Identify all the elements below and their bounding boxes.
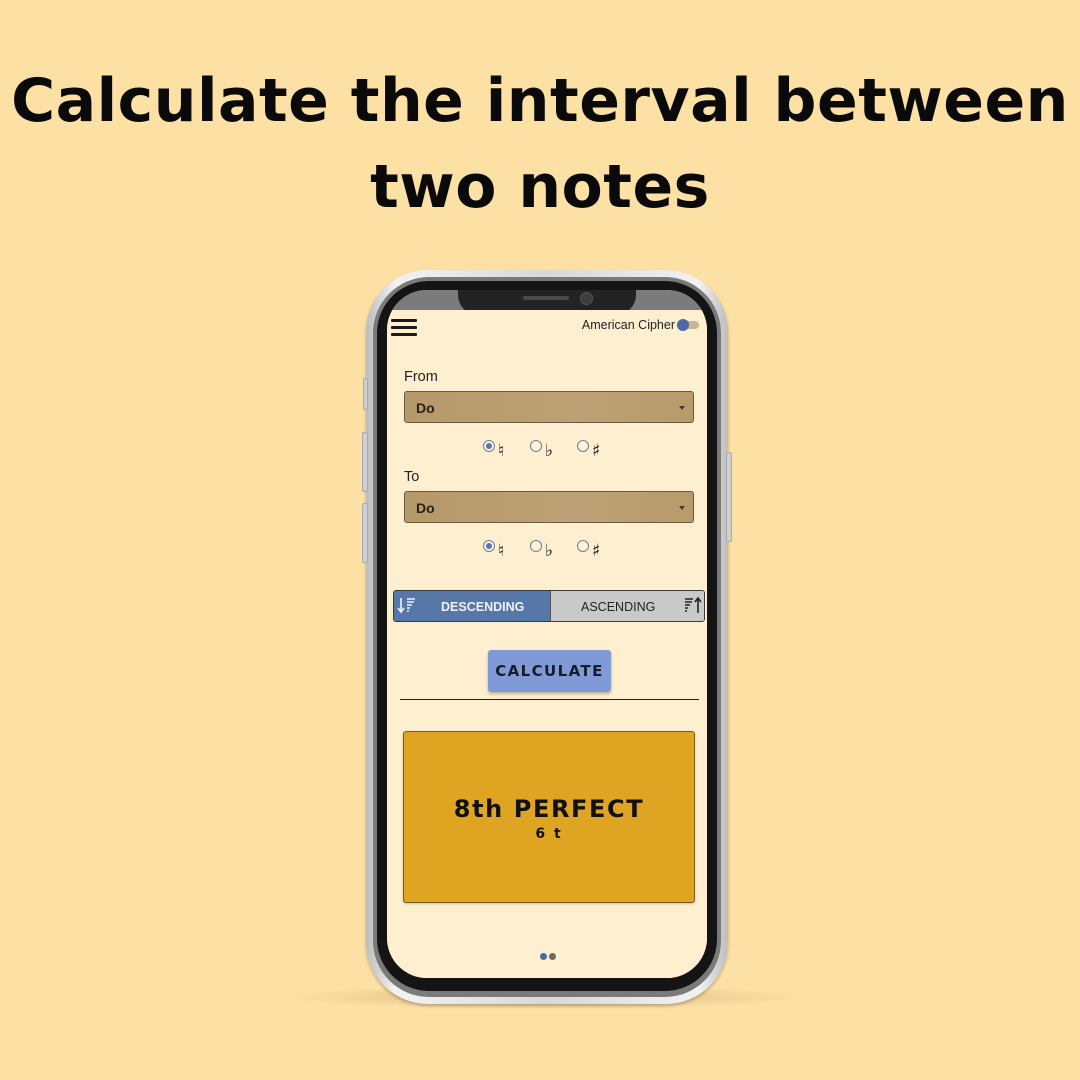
dropdown-caret-icon [679,406,685,410]
from-note-value: Do [416,400,435,416]
volume-down-button [362,503,368,563]
descending-button[interactable]: DESCENDING [394,591,550,621]
from-flat-radio[interactable]: ♭ [530,438,566,464]
calculate-button[interactable]: CALCULATE [488,650,611,692]
sort-descending-icon [397,598,415,614]
radio-button[interactable] [577,540,589,552]
to-label: To [404,469,420,485]
result-tones: 6 t [535,826,563,842]
headline: Calculate the interval between two notes [0,58,1080,230]
power-button [726,452,732,542]
front-camera-icon [580,292,593,305]
to-accidental-group: ♮ ♭ ♯ [483,538,623,564]
radio-button[interactable] [530,440,542,452]
to-sharp-radio[interactable]: ♯ [577,538,613,564]
to-natural-radio[interactable]: ♮ [483,538,519,564]
flat-icon: ♭ [545,541,554,561]
dropdown-caret-icon [679,506,685,510]
radio-button[interactable] [577,440,589,452]
natural-icon: ♮ [498,441,505,461]
page-indicator [540,953,560,961]
page-dot[interactable] [549,953,556,960]
from-sharp-radio[interactable]: ♯ [577,438,613,464]
headline-line-2: two notes [370,152,710,222]
app-surface: American Cipher From Do ♮ ♭ ♯ To Do ♮ ♭ … [387,310,707,978]
radio-button-checked[interactable] [483,440,495,452]
to-flat-radio[interactable]: ♭ [530,538,566,564]
result-interval: 8th PERFECT [453,795,645,823]
ascending-button[interactable]: ASCENDING [550,591,704,621]
toggle-thumb [677,319,689,331]
page-dot-active[interactable] [540,953,547,960]
result-card: 8th PERFECT 6 t [403,731,695,903]
speaker-grille [523,296,569,300]
from-accidental-group: ♮ ♭ ♯ [483,438,623,464]
sharp-icon: ♯ [592,441,601,461]
descending-label: DESCENDING [441,600,525,614]
hamburger-menu-icon[interactable] [391,317,417,337]
radio-button[interactable] [530,540,542,552]
from-natural-radio[interactable]: ♮ [483,438,519,464]
volume-up-button [362,432,368,492]
american-cipher-label: American Cipher [581,318,675,332]
headline-line-1: Calculate the interval between [11,66,1069,136]
from-note-select[interactable]: Do [404,391,694,423]
divider [400,699,699,700]
ascending-label: ASCENDING [581,600,656,614]
radio-button-checked[interactable] [483,540,495,552]
sharp-icon: ♯ [592,541,601,561]
phone-screen: American Cipher From Do ♮ ♭ ♯ To Do ♮ ♭ … [387,290,707,978]
sort-ascending-icon [685,596,702,613]
direction-toggle: DESCENDING ASCENDING [393,590,705,622]
natural-icon: ♮ [498,541,505,561]
flat-icon: ♭ [545,441,554,461]
silent-switch [363,378,368,410]
to-note-value: Do [416,500,435,516]
american-cipher-toggle[interactable] [677,319,699,331]
from-label: From [404,369,438,385]
to-note-select[interactable]: Do [404,491,694,523]
